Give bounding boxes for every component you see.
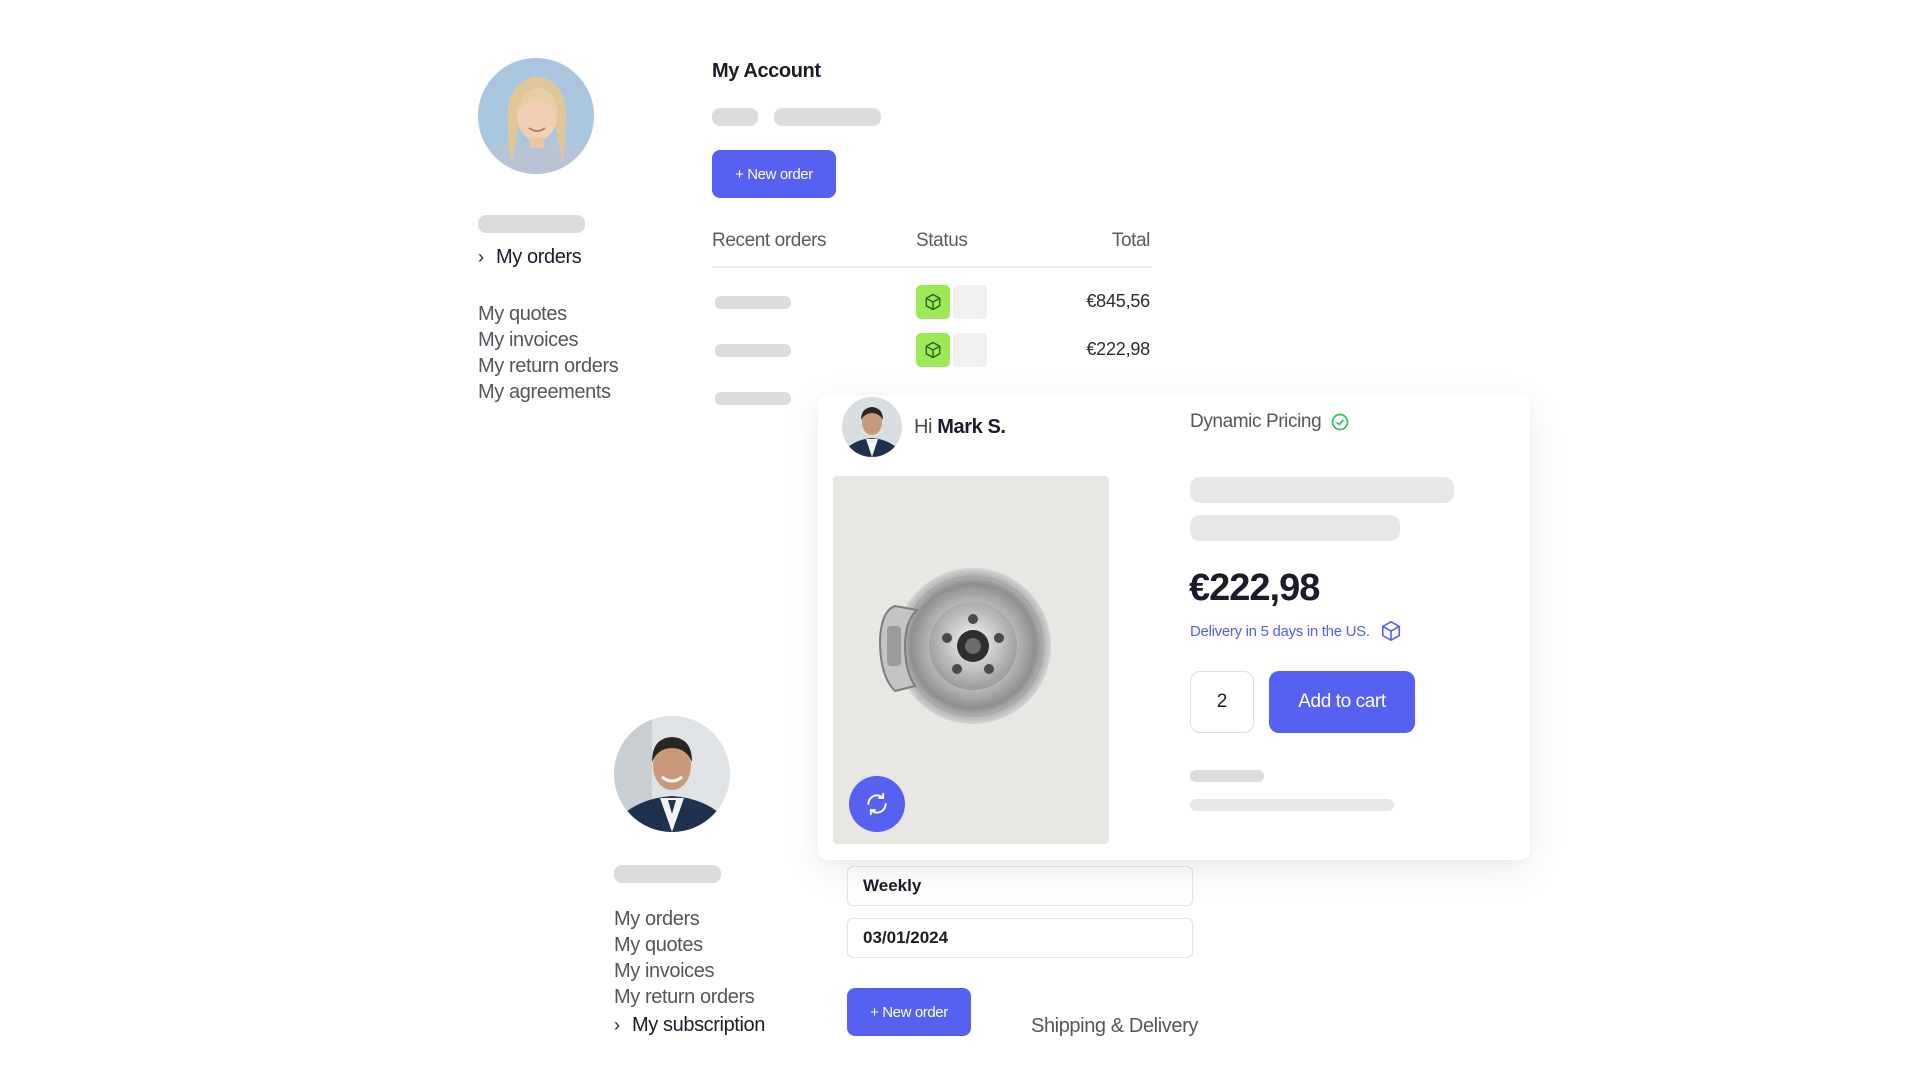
dynamic-pricing-label: Dynamic Pricing (1190, 411, 1350, 433)
product-meta-placeholder-long (1190, 799, 1394, 811)
order-total: €222,98 (1086, 339, 1150, 359)
product-subtitle-placeholder (1190, 515, 1400, 541)
shipping-delivery-link[interactable]: Shipping & Delivery (1031, 1015, 1198, 1038)
nav-item-my-quotes[interactable]: My quotes (478, 301, 618, 327)
subscription-name-placeholder (614, 865, 721, 883)
quantity-input[interactable]: 2 (1190, 671, 1254, 733)
package-icon (925, 293, 941, 311)
order-total: €845,56 (1086, 291, 1150, 311)
order-id-placeholder (715, 296, 791, 309)
check-circle-icon (1331, 413, 1349, 431)
package-icon (925, 341, 941, 359)
order-id-placeholder (715, 392, 791, 405)
nav-item-my-orders[interactable]: My orders (614, 906, 754, 932)
rotate-view-button[interactable] (849, 776, 905, 832)
product-title-placeholder (1190, 477, 1454, 503)
delivery-text: Delivery in 5 days in the US. (1190, 622, 1370, 640)
status-placeholder (953, 285, 987, 319)
nav-item-my-agreements[interactable]: My agreements (478, 379, 618, 405)
chevron-right-icon: › (614, 1015, 620, 1035)
add-to-cart-button[interactable]: Add to cart (1269, 671, 1415, 733)
column-header-recent-orders: Recent orders (712, 230, 827, 251)
table-header-divider (712, 266, 1152, 268)
status-placeholder (953, 333, 987, 367)
product-price: €222,98 (1189, 567, 1320, 609)
nav-item-my-invoices[interactable]: My invoices (614, 958, 754, 984)
customer-avatar (842, 397, 902, 457)
nav-item-my-orders[interactable]: › My orders (478, 246, 582, 269)
date-field[interactable]: 03/01/2024 (847, 918, 1193, 958)
subscription-nav-list: My orders My quotes My invoices My retur… (614, 906, 755, 1010)
column-header-total: Total (1111, 230, 1151, 251)
nav-item-my-return-orders[interactable]: My return orders (478, 353, 619, 379)
nav-item-my-subscription[interactable]: › My subscription (614, 1014, 765, 1037)
account-name-placeholder (478, 215, 585, 233)
nav-item-my-return-orders[interactable]: My return orders (614, 984, 755, 1010)
dynamic-pricing-text: Dynamic Pricing (1190, 411, 1322, 432)
delivery-info: Delivery in 5 days in the US. (1190, 620, 1402, 642)
user-avatar-man (614, 716, 730, 832)
greeting: Hi Mark S. (914, 416, 1006, 439)
refresh-icon (867, 792, 887, 816)
package-icon (1381, 621, 1400, 641)
nav-item-my-quotes[interactable]: My quotes (614, 932, 754, 958)
page-title: My Account (712, 60, 821, 82)
product-image-panel (833, 476, 1109, 844)
new-order-button[interactable]: + New order (712, 150, 836, 198)
account-nav-list: My quotes My invoices My return orders M… (478, 301, 619, 405)
nav-item-label: My subscription (632, 1014, 765, 1036)
product-meta-placeholder-short (1190, 770, 1264, 782)
chevron-right-icon: › (478, 247, 484, 267)
subtitle-placeholder-short (712, 108, 758, 126)
column-header-status: Status (916, 230, 968, 251)
greeting-user-name: Mark S. (937, 416, 1006, 438)
subtitle-placeholder-long (774, 108, 881, 126)
greeting-prefix: Hi (914, 416, 938, 438)
nav-item-label: My orders (496, 246, 582, 268)
status-shipped-badge (916, 285, 950, 319)
status-shipped-badge (916, 333, 950, 367)
frequency-field[interactable]: Weekly (847, 866, 1193, 906)
nav-item-my-invoices[interactable]: My invoices (478, 327, 618, 353)
new-order-button[interactable]: + New order (847, 988, 971, 1036)
user-avatar-woman (478, 58, 594, 174)
order-id-placeholder (715, 344, 791, 357)
